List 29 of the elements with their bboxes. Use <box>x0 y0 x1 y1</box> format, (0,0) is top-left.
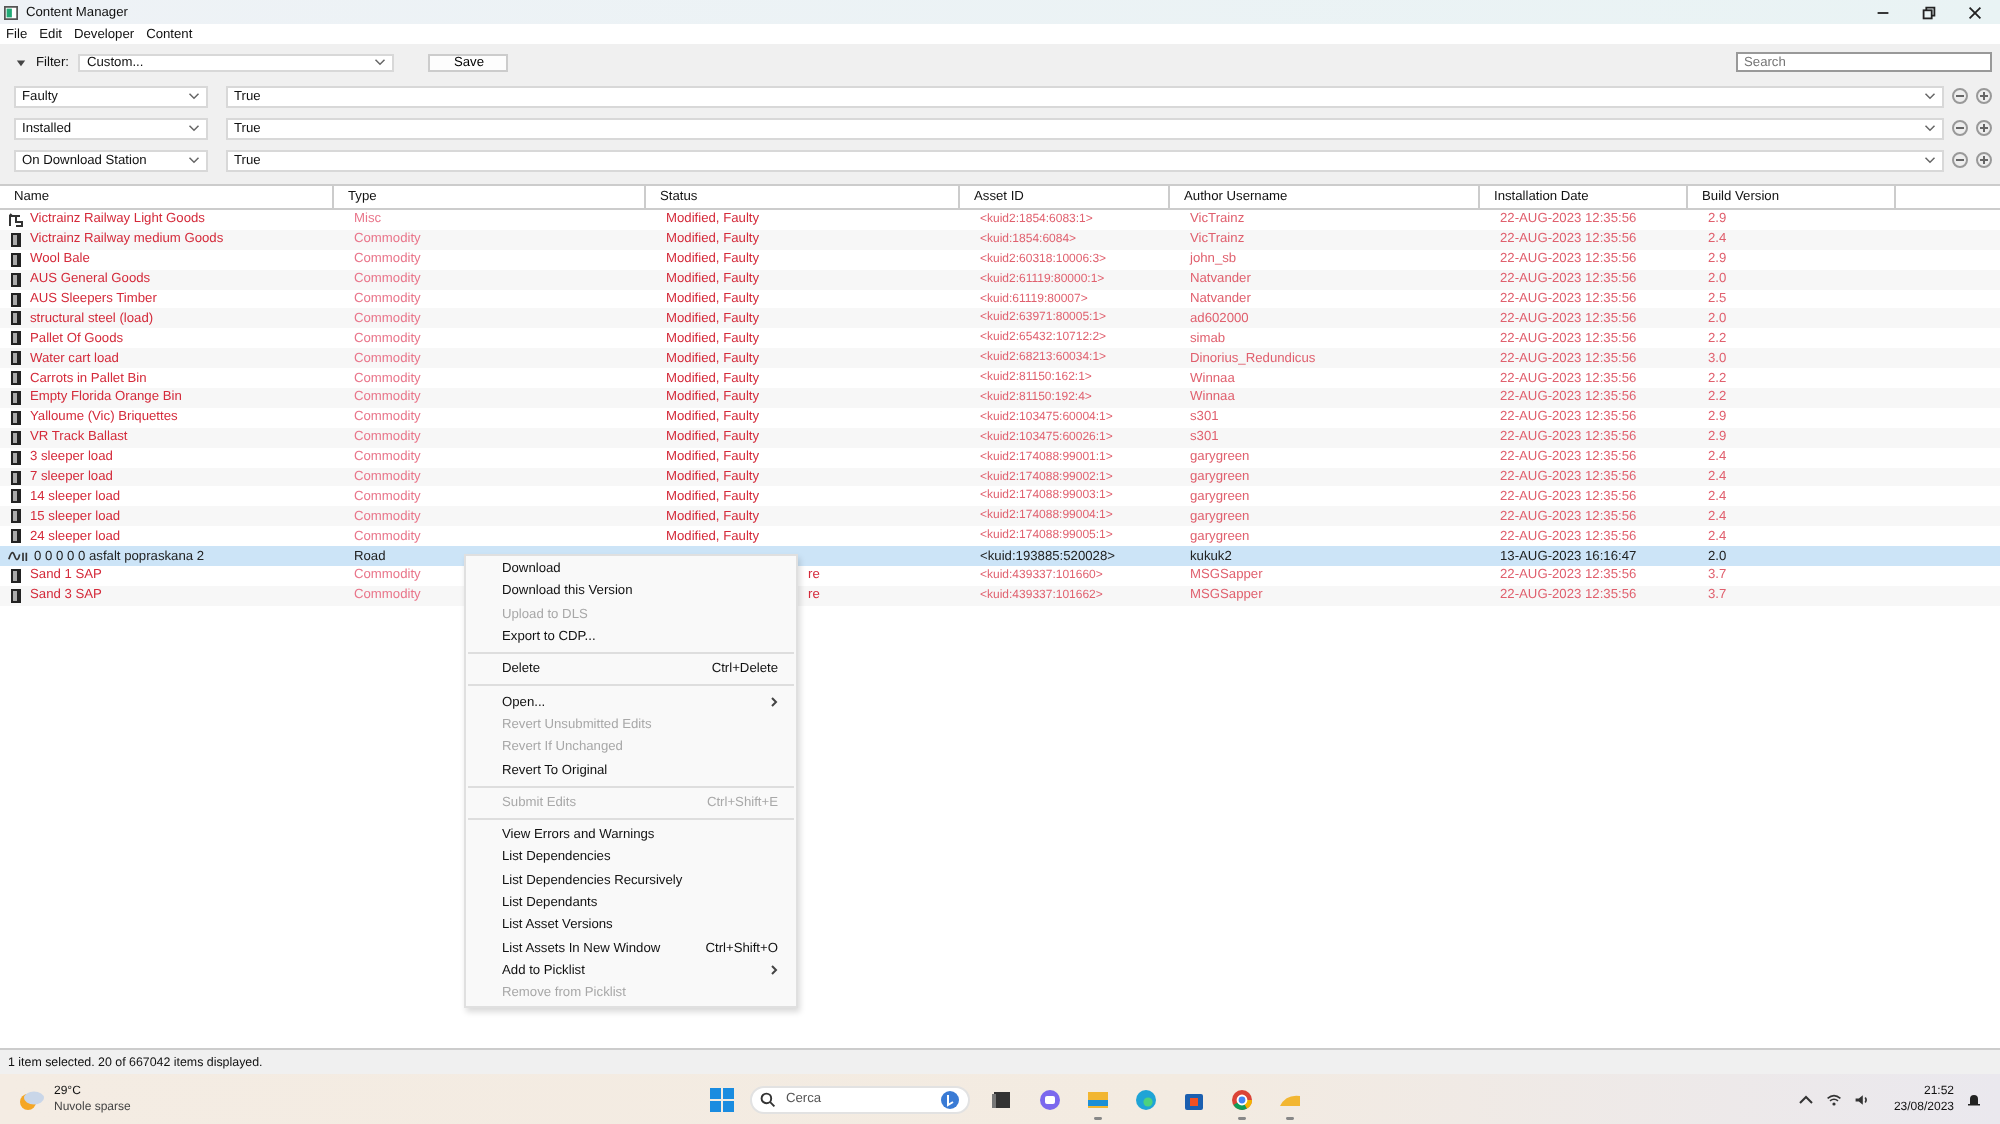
app-icon <box>4 5 18 19</box>
add-icon[interactable] <box>1976 120 1992 136</box>
search-icon <box>760 1091 776 1107</box>
speaker-icon[interactable] <box>1853 1091 1870 1107</box>
bell-icon[interactable] <box>1966 1091 1982 1107</box>
remove-icon[interactable] <box>1952 88 1968 104</box>
chevron-down-icon <box>188 156 200 164</box>
chevron-down-icon <box>1924 156 1936 164</box>
add-icon[interactable] <box>1976 88 1992 104</box>
folder-icon[interactable] <box>1086 1087 1110 1119</box>
close-icon[interactable] <box>1966 3 1984 21</box>
cloud-sun-icon <box>18 1087 46 1111</box>
browser-icon[interactable] <box>1230 1087 1254 1119</box>
chevron-down-icon <box>188 124 200 132</box>
chevron-down-icon <box>374 58 387 66</box>
chevron-up-icon[interactable] <box>1797 1091 1814 1107</box>
chevron-down-icon <box>188 92 200 100</box>
collapse-triangle-icon[interactable] <box>16 57 26 67</box>
chevron-down-icon <box>1924 92 1936 100</box>
remove-icon[interactable] <box>1952 120 1968 136</box>
wifi-icon[interactable] <box>1825 1091 1842 1107</box>
add-icon[interactable] <box>1976 152 1992 168</box>
start-icon[interactable] <box>710 1087 734 1111</box>
crane-icon <box>8 211 24 228</box>
chevron-down-icon <box>1924 124 1936 132</box>
restore-icon[interactable] <box>1920 3 1938 21</box>
road-icon <box>8 548 28 565</box>
remove-icon[interactable] <box>1952 152 1968 168</box>
assistant-icon[interactable] <box>940 1089 960 1109</box>
